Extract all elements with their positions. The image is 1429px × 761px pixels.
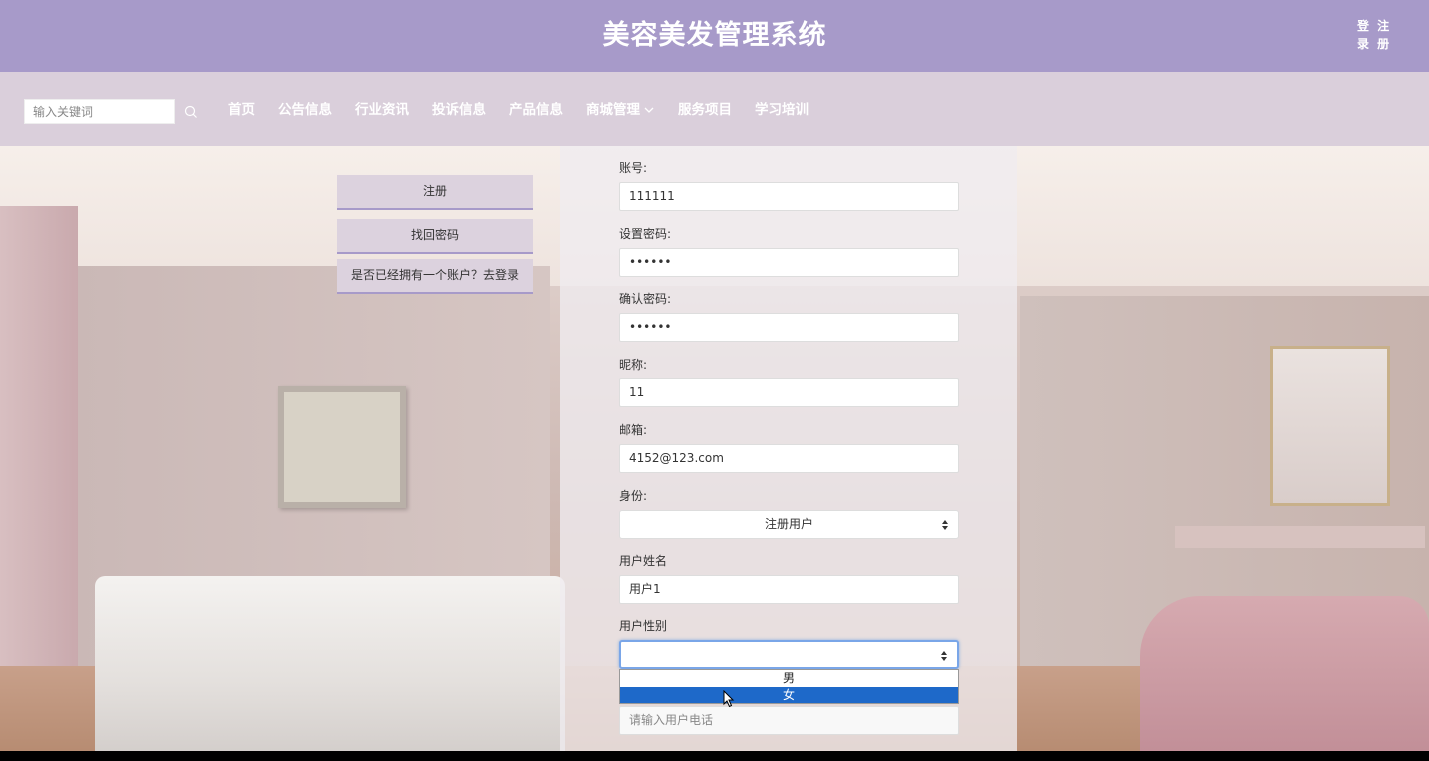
password-input[interactable]: •••••• [619, 248, 959, 277]
gender-option-male[interactable]: 男 [620, 670, 958, 687]
scene-sofa [1140, 596, 1429, 751]
name-input[interactable]: 用户1 [619, 575, 959, 604]
search-icon[interactable] [183, 104, 199, 120]
nav-item-mall-label: 商城管理 [586, 102, 640, 118]
nickname-label: 昵称: [619, 358, 648, 372]
nickname-input[interactable]: 11 [619, 378, 959, 407]
login-link[interactable]: 登录 [1355, 17, 1371, 53]
site-title: 美容美发管理系统 [602, 20, 827, 51]
register-button[interactable]: 注册 [337, 175, 533, 210]
nav-item-mall[interactable]: 商城管理 [586, 99, 655, 121]
nav-item-industry-news[interactable]: 行业资讯 [355, 99, 409, 121]
gender-option-female[interactable]: 女 [620, 686, 958, 703]
go-login-button[interactable]: 是否已经拥有一个账户？去登录 [337, 259, 533, 294]
account-label: 账号: [619, 161, 648, 175]
name-label: 用户姓名 [619, 554, 668, 568]
email-input[interactable]: 4152@123.com [619, 444, 959, 473]
chevron-down-icon [644, 107, 654, 113]
mouse-cursor-icon [723, 690, 735, 708]
scene-picture-frame [278, 386, 406, 508]
scene-vanity [1175, 526, 1425, 548]
register-link[interactable]: 注册 [1375, 17, 1391, 53]
nav-menu: 首页 公告信息 行业资讯 投诉信息 产品信息 商城管理 服务项目 学习培训 [228, 99, 832, 121]
navbar: 首页 公告信息 行业资讯 投诉信息 产品信息 商城管理 服务项目 学习培训 [0, 72, 1429, 146]
nav-item-training[interactable]: 学习培训 [755, 99, 809, 121]
nav-item-products[interactable]: 产品信息 [509, 99, 563, 121]
password-label: 设置密码: [619, 227, 672, 241]
select-arrows-icon [942, 520, 948, 530]
scene-mirror [1270, 346, 1390, 506]
phone-input[interactable]: 请输入用户电话 [619, 706, 959, 735]
gender-label: 用户性别 [619, 619, 668, 633]
gender-select[interactable] [619, 640, 959, 669]
confirm-password-input[interactable]: •••••• [619, 313, 959, 342]
nav-item-home[interactable]: 首页 [228, 99, 255, 121]
gender-dropdown-list: 男 女 [619, 669, 959, 704]
header: 美容美发管理系统 登录 注册 [0, 0, 1429, 72]
scene-bed [95, 576, 565, 751]
role-select[interactable]: 注册用户 [619, 510, 959, 539]
confirm-password-label: 确认密码: [619, 292, 672, 306]
email-label: 邮箱: [619, 423, 648, 437]
find-password-button[interactable]: 找回密码 [337, 219, 533, 254]
account-input[interactable]: 111111 [619, 182, 959, 211]
select-arrows-icon [941, 651, 947, 661]
search-input[interactable] [24, 99, 175, 124]
nav-item-complaints[interactable]: 投诉信息 [432, 99, 486, 121]
role-select-value: 注册用户 [764, 517, 813, 531]
nav-item-services[interactable]: 服务项目 [678, 99, 732, 121]
nav-item-notices[interactable]: 公告信息 [278, 99, 332, 121]
role-label: 身份: [619, 489, 648, 503]
auth-links: 登录 注册 [1355, 17, 1393, 53]
